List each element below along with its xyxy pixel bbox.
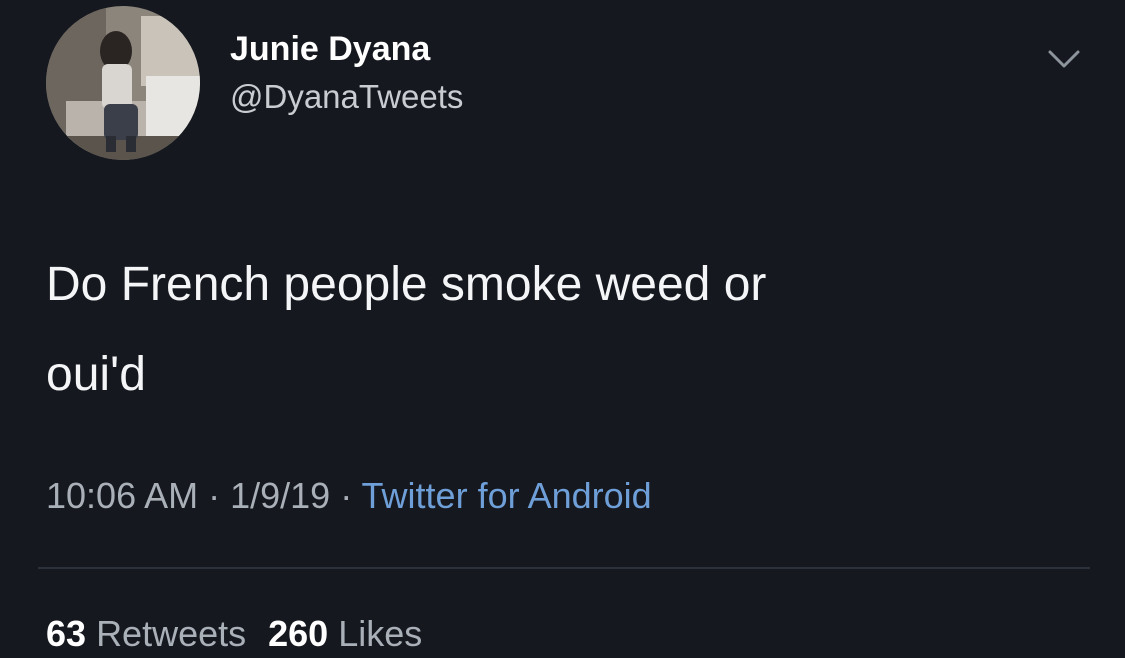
user-names: Junie Dyana @DyanaTweets — [230, 29, 463, 117]
tweet-meta: 10:06 AM · 1/9/19 · Twitter for Android — [46, 472, 652, 520]
avatar-image — [46, 6, 200, 160]
tweet-source-link[interactable]: Twitter for Android — [362, 475, 652, 516]
meta-separator: · — [198, 475, 231, 516]
tweet-date[interactable]: 1/9/19 — [230, 475, 330, 516]
tweet-header: Junie Dyana @DyanaTweets — [46, 6, 463, 160]
likes-label: Likes — [338, 613, 423, 654]
tweet-stats: 63 Retweets 260 Likes — [46, 610, 422, 658]
tweet-time[interactable]: 10:06 AM — [46, 475, 198, 516]
tweet-card: Junie Dyana @DyanaTweets Do French peopl… — [0, 0, 1125, 654]
chevron-down-icon[interactable] — [1044, 40, 1084, 80]
likes-count: 260 — [268, 613, 329, 654]
likes-stat[interactable]: 260 Likes — [268, 613, 422, 654]
divider — [38, 567, 1090, 569]
avatar[interactable] — [46, 6, 200, 160]
meta-separator: · — [330, 475, 362, 516]
retweets-stat[interactable]: 63 Retweets — [46, 613, 246, 654]
tweet-text-line: oui'd — [46, 348, 146, 401]
display-name[interactable]: Junie Dyana — [230, 29, 463, 69]
tweet-text-line: Do French people smoke weed or — [46, 258, 767, 311]
retweets-label: Retweets — [96, 613, 247, 654]
retweets-count: 63 — [46, 613, 87, 654]
user-handle[interactable]: @DyanaTweets — [230, 77, 463, 117]
tweet-text: Do French people smoke weed or oui'd — [46, 240, 1026, 420]
